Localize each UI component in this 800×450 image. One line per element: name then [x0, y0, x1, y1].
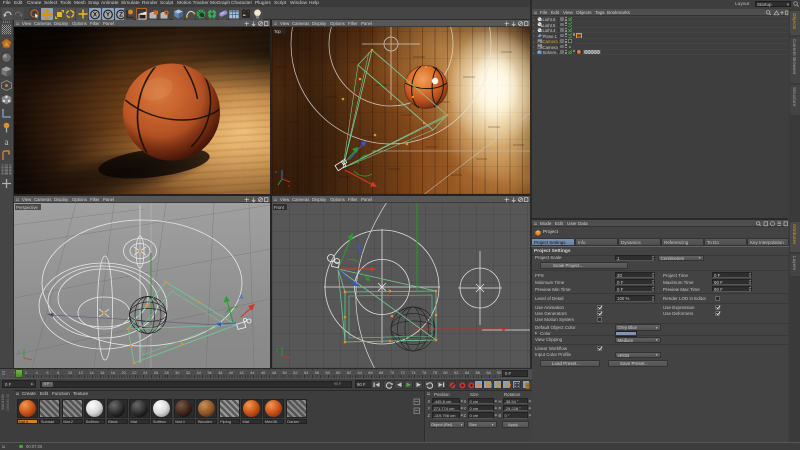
- svg-text:a: a: [5, 137, 9, 147]
- svg-text:x: x: [288, 183, 290, 188]
- svg-text:y: y: [276, 347, 278, 352]
- svg-text:Z: Z: [119, 11, 123, 18]
- svg-text:y: y: [18, 349, 20, 354]
- svg-text:A: A: [238, 295, 243, 301]
- svg-text:z: z: [275, 169, 277, 174]
